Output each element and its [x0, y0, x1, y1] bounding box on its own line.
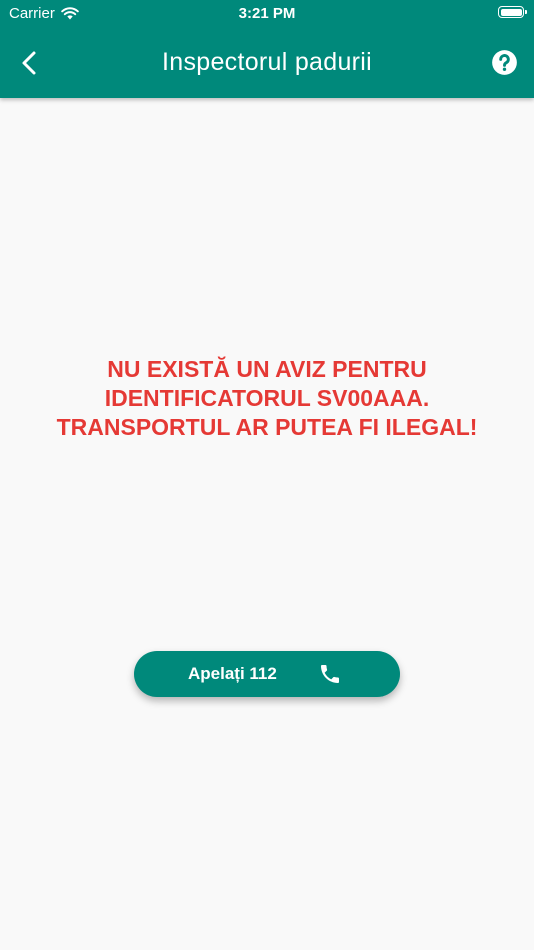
help-circle-icon [491, 49, 517, 75]
phone-icon [321, 665, 339, 683]
call-button-label: Apelați 112 [188, 664, 277, 683]
battery-level [500, 8, 522, 16]
app-header: Carrier 3:21 PM Inspectorul padurii [0, 0, 534, 98]
help-button[interactable] [490, 48, 518, 76]
status-bar: Carrier 3:21 PM [0, 0, 534, 28]
app-bar: Inspectorul padurii [0, 28, 534, 98]
illegal-transport-warning: NU EXISTĂ UN AVIZ PENTRU IDENTIFICATORUL… [56, 356, 478, 440]
page-title: Inspectorul padurii [162, 48, 372, 76]
battery-icon [498, 6, 527, 18]
call-112-button[interactable]: Apelați 112 [134, 651, 400, 697]
status-time: 3:21 PM [238, 5, 296, 22]
